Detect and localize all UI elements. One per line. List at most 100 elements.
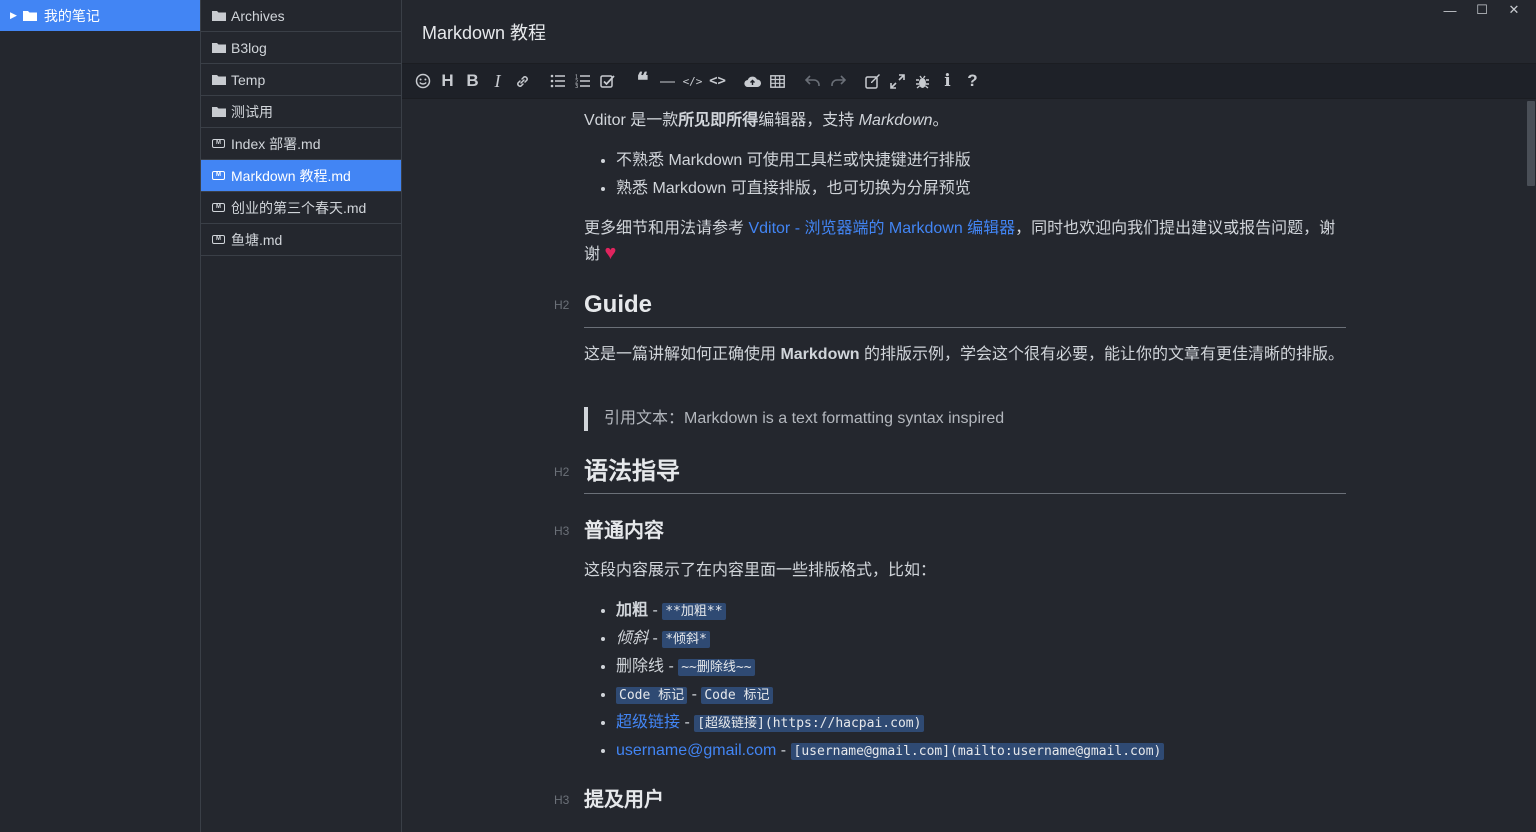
editor-toolbar: H B I 123 ❝ — </> <> i ? [402, 64, 1536, 99]
normal-description: 这段内容展示了在内容里面一些排版格式，比如： [584, 562, 937, 579]
code-icon[interactable]: <> [705, 69, 730, 93]
document-title[interactable]: Markdown 教程 [402, 0, 1536, 64]
ordered-list-icon[interactable]: 123 [570, 69, 595, 93]
heading-text: 语法指导 [584, 458, 680, 485]
bold-text: 所见即所得 [678, 112, 759, 129]
scrollbar-thumb[interactable] [1527, 101, 1535, 186]
tree-item-temp[interactable]: Temp [201, 64, 401, 96]
vditor-link[interactable]: Vditor - 浏览器端的 Markdown 编辑器 [748, 220, 1015, 237]
list-item-bold: 加粗 - **加粗** [616, 597, 1164, 625]
folder-icon [211, 42, 226, 54]
separator: - [687, 686, 702, 703]
editor-content[interactable]: Vditor 是一款所见即所得编辑器，支持 Markdown。 不熟悉 Mark… [402, 99, 1526, 832]
table-icon[interactable] [765, 69, 790, 93]
upload-icon[interactable] [740, 69, 765, 93]
list-item-strike: 删除线 - ~~删除线~~ [616, 653, 1164, 681]
debug-icon[interactable] [910, 69, 935, 93]
code-span: [超级链接](https://hacpai.com) [694, 715, 925, 732]
separator: - [776, 742, 791, 759]
tree-item-b3log[interactable]: B3log [201, 32, 401, 64]
tree-item-label: 测试用 [231, 103, 273, 120]
list-item: 不熟悉 Markdown 可使用工具栏或快捷键进行排版 [616, 147, 971, 175]
heading-icon[interactable]: H [435, 69, 460, 93]
bold-text: 加粗 [616, 602, 649, 619]
code-span: **加粗** [662, 603, 726, 620]
italic-text: 倾斜 [616, 630, 649, 647]
tree-item-label: 创业的第三个春天.md [231, 199, 367, 216]
list-item-code: Code 标记 - Code 标记 [616, 681, 1164, 709]
italic-text: Markdown [858, 112, 933, 129]
tree-item-fishpond[interactable]: M 鱼塘.md [201, 224, 401, 256]
svg-text:3: 3 [575, 84, 578, 88]
heading-normal-content: H3 普通内容 [554, 517, 664, 545]
markdown-file-icon: M [211, 170, 226, 182]
code-span: Code 标记 [616, 687, 688, 704]
emoji-icon[interactable] [410, 69, 435, 93]
heading-level-label: H2 [554, 298, 570, 312]
maximize-button[interactable]: ☐ [1466, 0, 1498, 20]
minimize-button[interactable]: — [1434, 0, 1466, 20]
tree-item-markdown-tutorial[interactable]: M Markdown 教程.md [201, 160, 401, 192]
link-icon[interactable] [510, 69, 535, 93]
markdown-file-icon: M [211, 202, 226, 214]
markdown-file-icon: M [211, 234, 226, 246]
separator: - [680, 714, 695, 731]
folder-icon [211, 10, 226, 22]
heading-mention: H3 提及用户 [554, 786, 664, 814]
expand-icon[interactable]: ▶ [10, 10, 17, 21]
fullscreen-icon[interactable] [885, 69, 910, 93]
close-button[interactable]: ✕ [1498, 0, 1530, 20]
notebook-item[interactable]: ▶ 我的笔记 [0, 0, 200, 31]
window-controls: — ☐ ✕ [1434, 0, 1530, 20]
tree-item-archives[interactable]: Archives [201, 0, 401, 32]
tree-item-label: Markdown 教程.md [231, 167, 351, 184]
heading-level-label: H3 [554, 524, 570, 538]
check-icon[interactable] [595, 69, 620, 93]
text: 更多细节和用法请参考 [584, 220, 749, 237]
redo-icon[interactable] [825, 69, 850, 93]
hyperlink[interactable]: 超级链接 [616, 714, 680, 731]
list-item: 熟悉 Markdown 可直接排版，也可切换为分屏预览 [616, 175, 971, 203]
tree-item-index[interactable]: M Index 部署.md [201, 128, 401, 160]
code-span: ~~删除线~~ [678, 659, 755, 676]
info-icon[interactable]: i [935, 69, 960, 93]
scrollbar[interactable] [1526, 99, 1536, 832]
list-icon[interactable] [545, 69, 570, 93]
heading-syntax: H2 语法指导 [554, 453, 1346, 494]
italic-icon[interactable]: I [485, 69, 510, 93]
strike-text: 删除线 [616, 658, 665, 675]
text: 。 [932, 112, 949, 129]
email-link[interactable]: username@gmail.com [616, 742, 776, 759]
notebook-pane: ▶ 我的笔记 [0, 0, 201, 832]
tree-item-label: B3log [231, 39, 267, 56]
tree-item-test[interactable]: 测试用 [201, 96, 401, 128]
document-title-text[interactable]: Markdown 教程 [422, 19, 546, 45]
text: Vditor 是一款 [584, 112, 679, 129]
code-span: *倾斜* [662, 631, 710, 648]
inline-code-icon[interactable]: </> [680, 69, 705, 93]
undo-icon[interactable] [800, 69, 825, 93]
help-icon[interactable]: ? [960, 69, 985, 93]
separator: - [648, 630, 663, 647]
heart-icon: ♥ [604, 242, 617, 264]
code-span: Code 标记 [701, 687, 773, 704]
code-span: [username@gmail.com](mailto:username@gma… [790, 743, 1165, 760]
heading-level-label: H3 [554, 793, 570, 807]
intro-paragraph: Vditor 是一款所见即所得编辑器，支持 Markdown。 [584, 109, 949, 133]
heading-text: 提及用户 [584, 789, 664, 811]
list-item-email: username@gmail.com - [username@gmail.com… [616, 737, 1165, 765]
folder-icon [23, 10, 38, 22]
edit-mode-icon[interactable] [860, 69, 885, 93]
line-icon[interactable]: — [655, 69, 680, 93]
editor-area: — ☐ ✕ Markdown 教程 H B I 123 ❝ — </> <> i… [402, 0, 1536, 832]
quote-icon[interactable]: ❝ [630, 68, 655, 94]
guide-paragraph: 这是一篇讲解如何正确使用 Markdown 的排版示例，学会这个很有必要，能让你… [584, 343, 1346, 367]
tree-item-label: 鱼塘.md [231, 231, 283, 248]
separator: - [664, 658, 679, 675]
tree-item-startup[interactable]: M 创业的第三个春天.md [201, 192, 401, 224]
heading-text: 普通内容 [584, 520, 664, 542]
bold-icon[interactable]: B [460, 69, 485, 93]
separator: - [648, 602, 663, 619]
intro-list: 不熟悉 Markdown 可使用工具栏或快捷键进行排版 熟悉 Markdown … [584, 147, 971, 203]
heading-guide: H2 Guide [554, 287, 1346, 328]
